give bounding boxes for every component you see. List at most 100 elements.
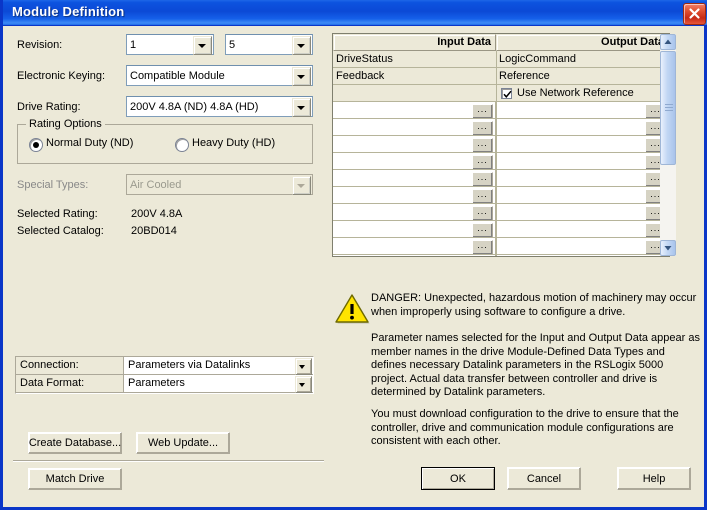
data-grid-header: Input Data Output Data xyxy=(333,34,669,51)
chevron-down-icon xyxy=(292,176,311,195)
scrollbar-grip-icon xyxy=(665,104,673,113)
browse-ellipsis-button[interactable]: ... xyxy=(472,206,493,220)
warning-paragraph-1: DANGER: Unexpected, hazardous motion of … xyxy=(371,292,700,318)
warning-paragraph-3: You must download configuration to the d… xyxy=(371,408,682,447)
input-data-cell[interactable]: ... xyxy=(333,102,496,118)
chevron-down-icon[interactable] xyxy=(292,67,311,86)
browse-ellipsis-button[interactable]: ... xyxy=(472,155,493,169)
table-row[interactable]: ...... xyxy=(333,187,669,204)
browse-ellipsis-button[interactable]: ... xyxy=(472,104,493,118)
drive-rating-combo[interactable]: 200V 4.8A (ND) 4.8A (HD) xyxy=(126,96,313,117)
browse-ellipsis-button[interactable]: ... xyxy=(472,138,493,152)
input-data-cell[interactable]: ... xyxy=(333,153,496,169)
drive-rating-value: 200V 4.8A (ND) 4.8A (HD) xyxy=(130,101,259,113)
chevron-down-icon[interactable] xyxy=(295,376,312,393)
electronic-keying-label: Electronic Keying: xyxy=(17,70,106,82)
use-network-reference-checkbox[interactable] xyxy=(501,88,512,99)
browse-ellipsis-button[interactable]: ... xyxy=(472,121,493,135)
connection-row: Connection: Parameters via Datalinks xyxy=(16,357,313,375)
selected-catalog-value: 20BD014 xyxy=(131,225,177,237)
close-glyph xyxy=(689,8,700,19)
input-data-cell[interactable]: ... xyxy=(333,119,496,135)
connection-settings-grid: Connection: Parameters via Datalinks Dat… xyxy=(15,356,314,394)
column-header-input-data[interactable]: Input Data xyxy=(333,34,496,51)
warning-paragraph-2: Parameter names selected for the Input a… xyxy=(371,332,704,398)
browse-ellipsis-button[interactable]: ... xyxy=(472,223,493,237)
output-data-cell[interactable]: ... xyxy=(496,170,669,186)
revision-major-combo[interactable]: 1 xyxy=(126,34,214,55)
chevron-down-icon[interactable] xyxy=(292,98,311,117)
help-button[interactable]: Help xyxy=(617,467,691,490)
input-data-cell[interactable]: ... xyxy=(333,238,496,254)
grid-vertical-scrollbar[interactable] xyxy=(660,34,676,256)
table-row[interactable]: Feedback Reference xyxy=(333,68,669,85)
special-types-value: Air Cooled xyxy=(130,179,182,191)
scrollbar-thumb[interactable] xyxy=(660,51,676,165)
table-row[interactable]: ...... xyxy=(333,119,669,136)
output-data-cell[interactable]: ... xyxy=(496,204,669,220)
table-row[interactable]: ...... xyxy=(333,102,669,119)
input-output-data-grid[interactable]: Input Data Output Data DriveStatus LogicC… xyxy=(332,33,670,257)
table-row[interactable]: ...... xyxy=(333,170,669,187)
radio-normal-duty[interactable]: Normal Duty (ND) xyxy=(29,137,159,152)
electronic-keying-combo[interactable]: Compatible Module xyxy=(126,65,313,86)
browse-ellipsis-button[interactable]: ... xyxy=(472,189,493,203)
data-format-value-combo[interactable]: Parameters xyxy=(124,375,313,393)
input-data-cell[interactable]: ... xyxy=(333,204,496,220)
column-divider xyxy=(496,51,497,256)
match-drive-button[interactable]: Match Drive xyxy=(28,468,122,490)
chevron-down-icon[interactable] xyxy=(193,36,212,55)
output-data-cell[interactable]: LogicCommand xyxy=(496,51,669,67)
chevron-down-icon[interactable] xyxy=(295,358,312,375)
data-format-value: Parameters xyxy=(128,377,185,389)
input-data-cell[interactable]: ... xyxy=(333,187,496,203)
input-data-cell[interactable] xyxy=(333,85,496,101)
use-network-reference-label: Use Network Reference xyxy=(517,87,634,99)
connection-label: Connection: xyxy=(16,357,124,375)
output-data-cell[interactable]: ... xyxy=(496,136,669,152)
output-data-cell[interactable]: ... xyxy=(496,153,669,169)
column-header-output-data[interactable]: Output Data xyxy=(496,34,669,51)
radio-dot xyxy=(29,138,43,152)
radio-dot xyxy=(175,138,189,152)
output-data-cell[interactable]: ... xyxy=(496,102,669,118)
web-update-button[interactable]: Web Update... xyxy=(136,432,230,454)
selected-catalog-label: Selected Catalog: xyxy=(17,225,104,237)
output-data-cell[interactable]: Reference xyxy=(496,68,669,84)
table-row[interactable]: DriveStatus LogicCommand xyxy=(333,51,669,68)
output-data-cell[interactable]: ... xyxy=(496,187,669,203)
radio-heavy-duty[interactable]: Heavy Duty (HD) xyxy=(175,137,305,152)
input-data-cell[interactable]: ... xyxy=(333,170,496,186)
output-data-cell[interactable]: Use Network Reference xyxy=(496,85,669,101)
create-database-button[interactable]: Create Database... xyxy=(28,432,122,454)
ok-button[interactable]: OK xyxy=(421,467,495,490)
revision-minor-combo[interactable]: 5 xyxy=(225,34,313,55)
browse-ellipsis-button[interactable]: ... xyxy=(472,172,493,186)
table-row[interactable]: ...... xyxy=(333,136,669,153)
cancel-button[interactable]: Cancel xyxy=(507,467,581,490)
output-data-cell[interactable]: ... xyxy=(496,255,669,256)
data-format-row: Data Format: Parameters xyxy=(16,375,313,393)
output-data-cell[interactable]: ... xyxy=(496,119,669,135)
browse-ellipsis-button[interactable]: ... xyxy=(472,240,493,254)
input-data-cell[interactable]: DriveStatus xyxy=(333,51,496,67)
output-data-cell[interactable]: ... xyxy=(496,238,669,254)
output-data-cell[interactable]: ... xyxy=(496,221,669,237)
chevron-down-icon[interactable] xyxy=(292,36,311,55)
input-data-cell[interactable]: ... xyxy=(333,221,496,237)
table-row[interactable]: ...... xyxy=(333,221,669,238)
table-row[interactable]: ...... xyxy=(333,204,669,221)
divider-highlight xyxy=(13,461,324,462)
input-data-cell[interactable]: ... xyxy=(333,255,496,256)
table-row[interactable]: ...... xyxy=(333,255,669,256)
table-row[interactable]: ...... xyxy=(333,153,669,170)
table-row[interactable]: Use Network Reference xyxy=(333,85,669,102)
input-data-cell[interactable]: Feedback xyxy=(333,68,496,84)
connection-value-combo[interactable]: Parameters via Datalinks xyxy=(124,357,313,375)
input-data-cell[interactable]: ... xyxy=(333,136,496,152)
close-icon[interactable] xyxy=(683,3,706,25)
scroll-down-arrow-icon[interactable] xyxy=(660,240,676,256)
scroll-up-arrow-icon[interactable] xyxy=(660,34,676,50)
special-types-combo: Air Cooled xyxy=(126,174,313,195)
table-row[interactable]: ...... xyxy=(333,238,669,255)
